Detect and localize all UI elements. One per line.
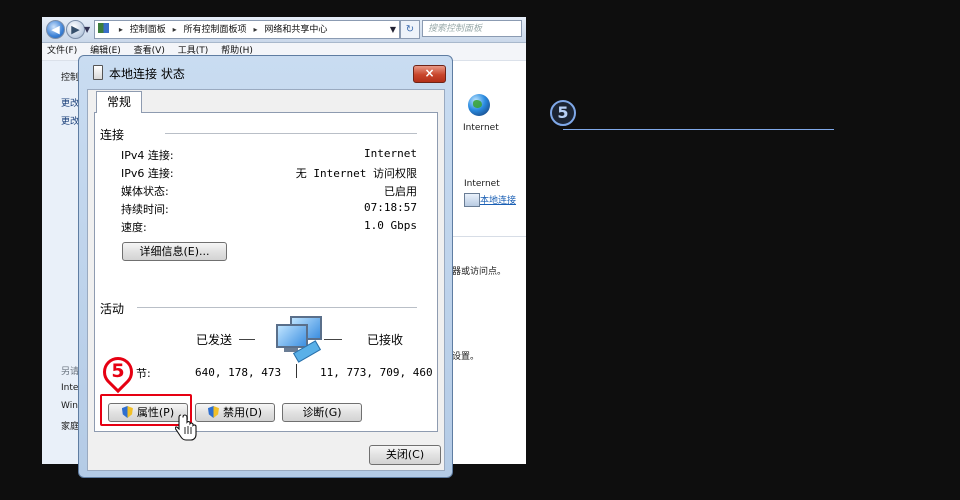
diagnose-button[interactable]: 诊断(G) bbox=[282, 403, 362, 422]
breadcrumb-separator-icon: ▸ bbox=[118, 25, 123, 34]
internet-label: Internet bbox=[463, 123, 499, 133]
tab-general[interactable]: 常规 bbox=[96, 91, 143, 113]
media-state-value: 已启用 bbox=[384, 185, 417, 198]
see-also-link[interactable]: 家庭 bbox=[61, 419, 79, 432]
task-link[interactable]: 更改 bbox=[61, 114, 79, 127]
access-type-value: Internet bbox=[464, 179, 500, 189]
forward-button[interactable]: ▶ bbox=[66, 20, 85, 39]
ipv4-label: IPv4 连接: bbox=[121, 149, 174, 162]
settings-text: 设置。 bbox=[452, 352, 480, 362]
received-label: 已接收 bbox=[367, 333, 404, 347]
task-pane-text: 控制 bbox=[61, 73, 80, 83]
sent-line bbox=[239, 339, 255, 340]
uac-shield-icon bbox=[207, 406, 219, 418]
received-line bbox=[324, 339, 342, 340]
refresh-button[interactable]: ↻ bbox=[400, 20, 420, 39]
breadcrumb-all-items[interactable]: 所有控制面板项 bbox=[184, 25, 247, 35]
back-button[interactable]: ◀ bbox=[46, 20, 65, 39]
bytes-label: 节: bbox=[136, 367, 151, 380]
menu-file[interactable]: 文件(F) bbox=[47, 46, 77, 56]
speed-label: 速度: bbox=[121, 221, 147, 234]
step-pin-number: 5 bbox=[111, 360, 125, 382]
see-also-link[interactable]: Inte bbox=[61, 383, 78, 393]
local-connection-link[interactable]: 本地连接 bbox=[480, 193, 516, 206]
general-tab-panel: 连接 IPv4 连接: Internet IPv6 连接: 无 Internet… bbox=[94, 112, 438, 432]
network-computers-icon bbox=[276, 316, 322, 366]
connection-group-label: 连接 bbox=[100, 128, 125, 142]
ipv4-value: Internet bbox=[364, 147, 417, 160]
control-panel-icon bbox=[98, 23, 109, 33]
duration-label: 持续时间: bbox=[121, 203, 169, 216]
address-toolbar: ◀ ▶ ▼ ▸ 控制面板 ▸ 所有控制面板项 ▸ 网络和共享中心 ▼ ↻ 搜索控… bbox=[42, 17, 526, 43]
disable-button[interactable]: 禁用(D) bbox=[195, 403, 275, 422]
ipv6-value: 无 Internet 访问权限 bbox=[295, 167, 417, 180]
dialog-title-text: 本地连接 状态 bbox=[109, 67, 185, 81]
address-dropdown-icon[interactable]: ▼ bbox=[390, 21, 396, 38]
address-bar[interactable]: ▸ 控制面板 ▸ 所有控制面板项 ▸ 网络和共享中心 ▼ bbox=[94, 20, 400, 39]
ipv6-label: IPv6 连接: bbox=[121, 167, 174, 180]
see-also-link[interactable]: Win bbox=[61, 401, 78, 411]
breadcrumb-separator-icon: ▸ bbox=[172, 25, 177, 34]
hand-cursor-icon bbox=[175, 414, 197, 441]
monitor-shape bbox=[276, 324, 308, 348]
step-number-badge: 5 bbox=[550, 100, 576, 126]
divider bbox=[452, 236, 526, 237]
search-input[interactable]: 搜索控制面板 bbox=[422, 20, 522, 37]
disable-button-label: 禁用(D) bbox=[222, 406, 263, 419]
wire-line bbox=[296, 364, 297, 378]
task-link[interactable]: 更改 bbox=[61, 96, 79, 109]
divider bbox=[165, 133, 417, 134]
network-connection-icon bbox=[464, 193, 480, 207]
details-button[interactable]: 详细信息(E)... bbox=[122, 242, 227, 261]
network-adapter-icon bbox=[93, 65, 103, 80]
bytes-sent-value: 640, 178, 473 bbox=[195, 366, 282, 379]
see-also-heading: 另请 bbox=[61, 367, 80, 377]
recent-pages-dropdown-icon[interactable]: ▼ bbox=[84, 25, 90, 34]
divider bbox=[137, 307, 417, 308]
breadcrumb-network-center[interactable]: 网络和共享中心 bbox=[264, 25, 327, 35]
media-state-label: 媒体状态: bbox=[121, 185, 169, 198]
step-underline bbox=[563, 129, 834, 130]
breadcrumb-separator-icon: ▸ bbox=[253, 25, 258, 34]
bytes-received-value: 11, 773, 709, 460 bbox=[320, 366, 433, 379]
setup-text: 器或访问点。 bbox=[452, 267, 507, 277]
speed-value: 1.0 Gbps bbox=[364, 219, 417, 232]
dialog-title: 本地连接 状态 bbox=[93, 65, 185, 82]
close-button[interactable]: 关闭(C) bbox=[369, 445, 441, 465]
activity-group-label: 活动 bbox=[100, 302, 125, 316]
breadcrumb-control-panel[interactable]: 控制面板 bbox=[130, 25, 166, 35]
duration-value: 07:18:57 bbox=[364, 201, 417, 214]
sent-label: 已发送 bbox=[196, 333, 233, 347]
internet-globe-icon bbox=[468, 94, 490, 116]
close-icon[interactable]: × bbox=[413, 65, 446, 83]
